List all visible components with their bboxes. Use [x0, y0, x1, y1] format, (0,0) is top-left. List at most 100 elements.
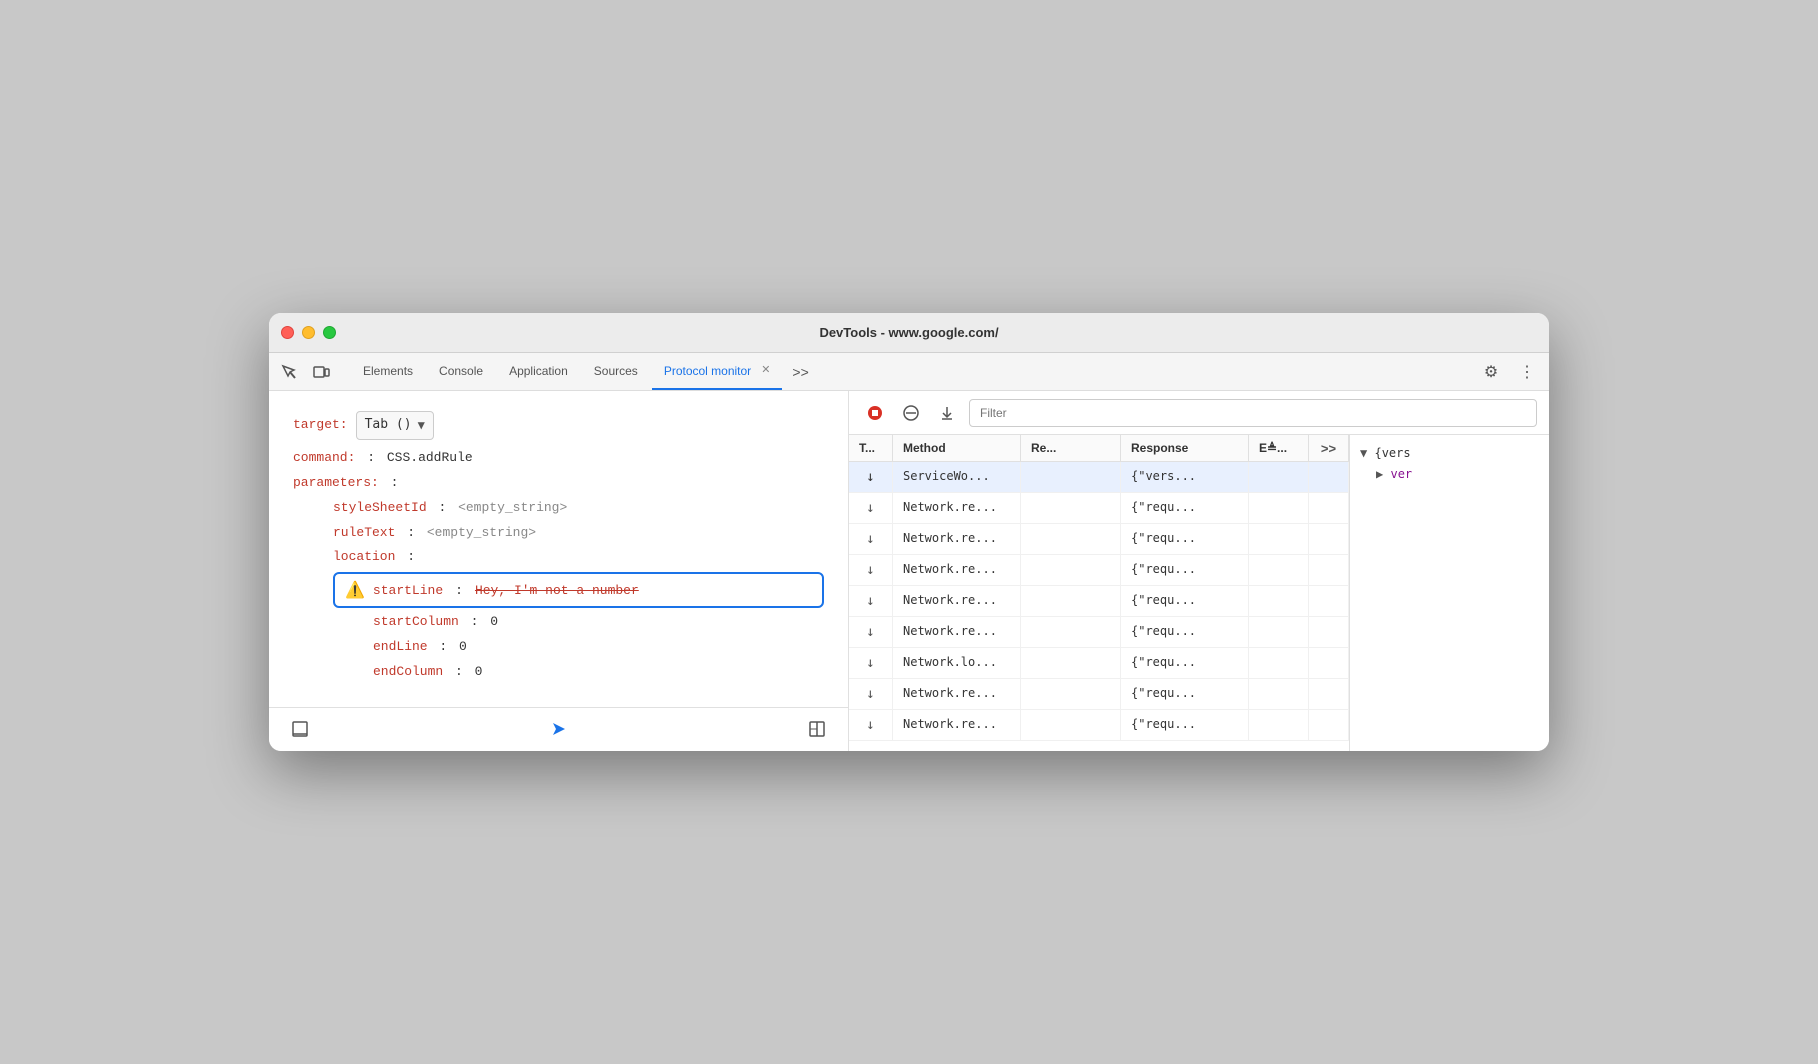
row-request — [1021, 586, 1121, 616]
row-response: {"vers... — [1121, 462, 1249, 492]
left-content-area: target: Tab () ▼ command: : CSS.addRule … — [269, 391, 848, 706]
row-response: {"requ... — [1121, 648, 1249, 678]
table-row[interactable]: ↓ Network.lo... {"requ... — [849, 648, 1349, 679]
row-type: ↓ — [849, 710, 893, 740]
stylesheetid-row: styleSheetId : <empty_string> — [293, 498, 824, 519]
startcolumn-label: startColumn — [373, 614, 459, 629]
main-content: target: Tab () ▼ command: : CSS.addRule … — [269, 391, 1549, 750]
more-options-button[interactable]: ⋮ — [1513, 358, 1541, 386]
startline-highlighted-row: ⚠️ startLine : Hey, I'm not a number — [333, 572, 824, 608]
target-dropdown[interactable]: Tab () ▼ — [356, 411, 434, 440]
split-view-button[interactable] — [802, 714, 832, 744]
target-label: target: — [293, 415, 348, 436]
detail-item: ▶ ver — [1360, 464, 1539, 484]
ruletext-label: ruleText — [333, 525, 395, 540]
row-method: Network.re... — [893, 617, 1021, 647]
tabs-bar: Elements Console Application Sources Pro… — [269, 353, 1549, 391]
row-more — [1309, 586, 1349, 616]
row-response: {"requ... — [1121, 555, 1249, 585]
tab-close-icon[interactable]: ✕ — [761, 365, 770, 376]
pm-filter-input[interactable] — [969, 399, 1537, 427]
col-extra: E≜... — [1249, 435, 1309, 461]
row-extra — [1249, 586, 1309, 616]
row-request — [1021, 617, 1121, 647]
table-row[interactable]: ↓ ServiceWo... {"vers... — [849, 462, 1349, 493]
table-row[interactable]: ↓ Network.re... {"requ... — [849, 617, 1349, 648]
console-toggle-button[interactable] — [285, 714, 315, 744]
pm-toolbar — [849, 391, 1549, 435]
row-more — [1309, 679, 1349, 709]
send-button[interactable] — [544, 714, 574, 744]
row-response: {"requ... — [1121, 617, 1249, 647]
row-method: Network.re... — [893, 679, 1021, 709]
startline-value: Hey, I'm not a number — [475, 583, 639, 598]
row-request — [1021, 679, 1121, 709]
pm-stop-button[interactable] — [861, 399, 889, 427]
tab-icons — [277, 353, 341, 390]
row-type: ↓ — [849, 493, 893, 523]
endcolumn-row: endColumn : 0 — [293, 662, 824, 683]
row-type: ↓ — [849, 617, 893, 647]
collapse-icon[interactable]: ▶ — [1376, 467, 1383, 481]
device-toolbar-icon[interactable] — [309, 360, 333, 384]
tab-console[interactable]: Console — [427, 353, 495, 390]
stylesheetid-label: styleSheetId — [333, 500, 427, 515]
row-response: {"requ... — [1121, 586, 1249, 616]
table-row[interactable]: ↓ Network.re... {"requ... — [849, 524, 1349, 555]
minimize-button[interactable] — [302, 326, 315, 339]
table-row[interactable]: ↓ Network.re... {"requ... — [849, 710, 1349, 741]
ruletext-value: <empty_string> — [427, 525, 536, 540]
maximize-button[interactable] — [323, 326, 336, 339]
row-request — [1021, 493, 1121, 523]
tab-application[interactable]: Application — [497, 353, 580, 390]
pm-table-header: T... Method Re... Response E≜... >> — [849, 435, 1349, 462]
tab-protocol-monitor[interactable]: Protocol monitor ✕ — [652, 353, 783, 390]
table-row[interactable]: ↓ Network.re... {"requ... — [849, 679, 1349, 710]
window-title: DevTools - www.google.com/ — [819, 325, 998, 340]
location-label: location — [333, 549, 395, 564]
endline-label: endLine — [373, 639, 428, 654]
warning-icon: ⚠️ — [345, 580, 365, 600]
right-panel: T... Method Re... Response E≜... >> ↓ Se… — [849, 391, 1549, 750]
row-more — [1309, 648, 1349, 678]
row-method: Network.re... — [893, 524, 1021, 554]
command-label: command: — [293, 450, 355, 465]
row-extra — [1249, 493, 1309, 523]
pm-download-button[interactable] — [933, 399, 961, 427]
dropdown-arrow-icon: ▼ — [418, 416, 425, 435]
row-request — [1021, 524, 1121, 554]
tabs-more-button[interactable]: >> — [784, 353, 816, 390]
expand-icon[interactable]: ▼ — [1360, 446, 1367, 460]
row-extra — [1249, 462, 1309, 492]
tab-sources[interactable]: Sources — [582, 353, 650, 390]
row-extra — [1249, 648, 1309, 678]
row-more — [1309, 617, 1349, 647]
col-more[interactable]: >> — [1309, 435, 1349, 461]
row-extra — [1249, 524, 1309, 554]
startcolumn-row: startColumn : 0 — [293, 612, 824, 633]
right-detail-panel: ▼ {vers ▶ ver — [1349, 435, 1549, 750]
row-more — [1309, 493, 1349, 523]
row-type: ↓ — [849, 679, 893, 709]
table-row[interactable]: ↓ Network.re... {"requ... — [849, 555, 1349, 586]
row-response: {"requ... — [1121, 524, 1249, 554]
command-row: command: : CSS.addRule — [293, 448, 824, 469]
row-extra — [1249, 679, 1309, 709]
settings-button[interactable]: ⚙ — [1477, 358, 1505, 386]
close-button[interactable] — [281, 326, 294, 339]
table-row[interactable]: ↓ Network.re... {"requ... — [849, 586, 1349, 617]
row-method: Network.re... — [893, 493, 1021, 523]
row-method: Network.lo... — [893, 648, 1021, 678]
tab-elements[interactable]: Elements — [351, 353, 425, 390]
row-type: ↓ — [849, 462, 893, 492]
table-row[interactable]: ↓ Network.re... {"requ... — [849, 493, 1349, 524]
startline-label: startLine — [373, 583, 443, 598]
row-more — [1309, 555, 1349, 585]
parameters-row: parameters: : — [293, 473, 824, 494]
inspect-icon[interactable] — [277, 360, 301, 384]
startcolumn-value: 0 — [490, 614, 498, 629]
traffic-lights — [281, 326, 336, 339]
pm-clear-button[interactable] — [897, 399, 925, 427]
row-type: ↓ — [849, 555, 893, 585]
row-method: Network.re... — [893, 710, 1021, 740]
